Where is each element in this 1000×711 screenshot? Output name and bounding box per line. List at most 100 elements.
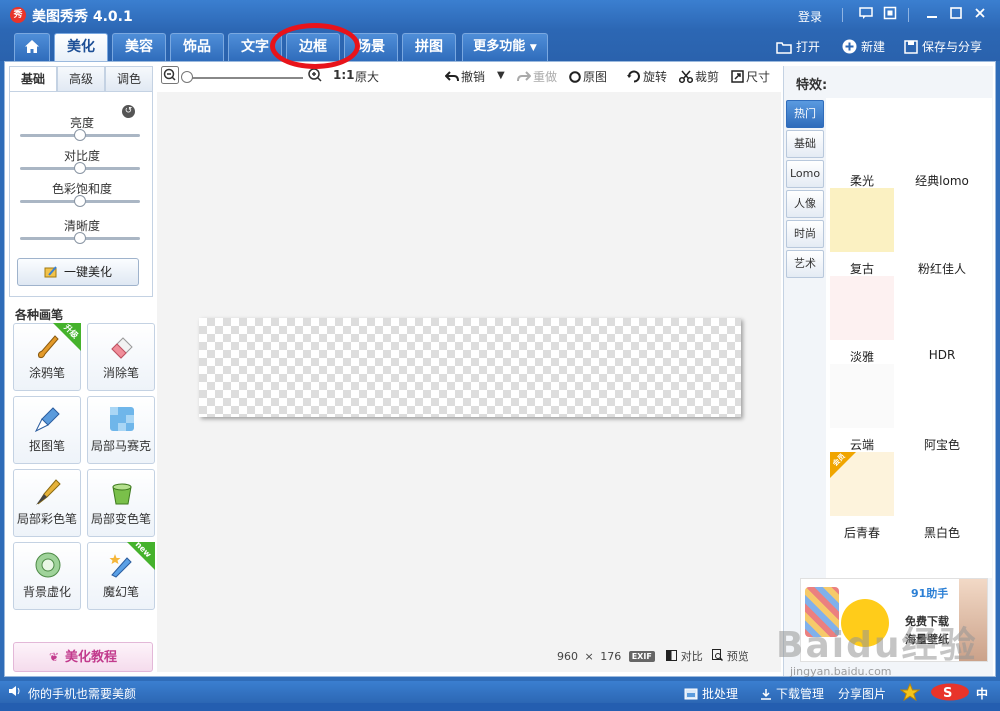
effect-thumb-black-white[interactable]: [910, 452, 974, 516]
contrast-slider[interactable]: [20, 162, 140, 174]
effect-thumb-pink-lady[interactable]: [910, 188, 974, 252]
subtab-basic[interactable]: 基础: [9, 66, 57, 92]
star-icon[interactable]: [899, 682, 921, 704]
partial-recolor-brush[interactable]: 局部变色笔: [87, 469, 155, 537]
home-tab[interactable]: [14, 33, 50, 61]
sharpness-slider[interactable]: [20, 232, 140, 244]
canvas-status: 960 × 176 EXIF 对比 预览: [557, 648, 781, 668]
new-button[interactable]: 新建: [842, 38, 885, 57]
close-button[interactable]: [972, 6, 988, 22]
eraser-brush[interactable]: 消除笔: [87, 323, 155, 391]
effects-category-popular[interactable]: 热门: [786, 100, 824, 128]
crop-button[interactable]: 裁剪: [678, 68, 720, 86]
tab-collage[interactable]: 拼图: [402, 33, 456, 61]
partial-color-brush[interactable]: 局部彩色笔: [13, 469, 81, 537]
preview-button[interactable]: 预览: [712, 649, 749, 663]
effect-thumb-hdr[interactable]: [910, 276, 974, 340]
effect-thumb-post-youth[interactable]: 会员: [830, 452, 894, 516]
brightness-slider[interactable]: [20, 129, 140, 141]
effects-category-art[interactable]: 艺术: [786, 250, 824, 278]
speaker-icon: [8, 685, 21, 700]
tab-accessories[interactable]: 饰品: [170, 33, 224, 61]
message-icon[interactable]: [858, 6, 874, 22]
zoom-in-button[interactable]: [307, 67, 323, 86]
doodle-brush[interactable]: 升级 涂鸦笔: [13, 323, 81, 391]
ime-language[interactable]: 中: [976, 685, 988, 702]
sogou-input-icon[interactable]: S: [930, 683, 970, 704]
svg-text:S: S: [943, 686, 952, 701]
effects-category-basic[interactable]: 基础: [786, 130, 824, 158]
resize-button[interactable]: 尺寸: [731, 68, 770, 86]
effect-label: HDR: [928, 348, 956, 362]
beautify-tutorial-button[interactable]: ❦ 美化教程: [13, 642, 153, 672]
rotate-button[interactable]: 旋转: [627, 68, 667, 86]
effects-category-fashion[interactable]: 时尚: [786, 220, 824, 248]
effects-grid: 柔光 经典lomo 复古 粉红佳人 淡雅 HDR 云端 阿宝色 会员 后青春 黑…: [826, 98, 992, 578]
zoom-slider-knob[interactable]: [181, 71, 193, 83]
original-size-button[interactable]: 原大: [355, 68, 379, 85]
effects-category-portrait[interactable]: 人像: [786, 190, 824, 218]
watermark-url: jingyan.baidu.com: [790, 665, 892, 678]
pen-icon: [34, 407, 60, 433]
download-manager-button[interactable]: 下载管理: [760, 685, 824, 702]
effect-thumb-cloud[interactable]: [830, 364, 894, 428]
effect-thumb-retro[interactable]: [830, 188, 894, 252]
undo-button[interactable]: 撤销: [444, 68, 485, 86]
exif-button[interactable]: EXIF: [628, 651, 655, 662]
download-label: 下载管理: [776, 687, 825, 701]
compare-button[interactable]: 对比: [666, 650, 706, 663]
paint-bucket-icon: [112, 483, 132, 505]
ad-brand: 91助手: [911, 587, 949, 600]
tab-beautify[interactable]: 美化: [54, 33, 108, 61]
login-link[interactable]: 登录: [798, 8, 822, 25]
workspace: 基础 高级 调色 ↺ 亮度 对比度 色彩饱和度 清晰度 一键美化 各种画笔 升级…: [4, 61, 996, 677]
maximize-button[interactable]: [948, 6, 964, 22]
cutout-brush[interactable]: 抠图笔: [13, 396, 81, 464]
slider-knob[interactable]: [74, 195, 86, 207]
more-features-tab[interactable]: 更多功能 ▼: [462, 33, 548, 61]
hand-icon: ❦: [48, 650, 60, 664]
tab-beauty[interactable]: 美容: [112, 33, 166, 61]
undo-icon: [444, 71, 459, 86]
magic-brush[interactable]: new 魔幻笔: [87, 540, 155, 610]
brush-label: 消除笔: [102, 366, 139, 380]
transparent-image-canvas[interactable]: [199, 318, 741, 417]
share-image-button[interactable]: 分享图片: [838, 685, 886, 702]
slider-knob[interactable]: [74, 162, 86, 174]
zoom-out-button[interactable]: [161, 66, 179, 87]
redo-button[interactable]: 重做: [517, 68, 557, 86]
status-message[interactable]: 你的手机也需要美颜: [28, 685, 136, 702]
batch-process-button[interactable]: 批处理: [684, 685, 738, 702]
background-blur-brush[interactable]: 背景虚化: [13, 542, 81, 610]
zoom-slider[interactable]: [185, 77, 303, 79]
effect-label: 淡雅: [849, 350, 874, 364]
saturation-slider[interactable]: [20, 195, 140, 207]
undo-dropdown-icon[interactable]: ▼: [497, 70, 505, 81]
original-image-button[interactable]: 原图: [569, 68, 607, 86]
skin-icon[interactable]: [882, 6, 898, 22]
main-nav: 美化 美容 饰品 文字 边框 场景 拼图 更多功能 ▼ 打开 新建 保存与分享: [0, 30, 1000, 61]
open-button[interactable]: 打开: [776, 38, 820, 57]
image-height: 176: [600, 650, 622, 663]
minimize-button[interactable]: [924, 6, 940, 22]
left-panel: 基础 高级 调色 ↺ 亮度 对比度 色彩饱和度 清晰度 一键美化 各种画笔 升级…: [9, 66, 155, 676]
actual-size-ratio[interactable]: 1:1: [333, 68, 355, 82]
effects-category-lomo[interactable]: Lomo: [786, 160, 824, 188]
resize-icon: [731, 70, 744, 86]
save-share-button[interactable]: 保存与分享: [904, 38, 982, 57]
slider-knob[interactable]: [74, 232, 86, 244]
subtab-color[interactable]: 调色: [105, 66, 153, 92]
effect-thumb-abao[interactable]: [910, 364, 974, 428]
effect-thumb-classic-lomo[interactable]: [910, 100, 974, 164]
effect-thumb-elegant[interactable]: [830, 276, 894, 340]
brushes-heading: 各种画笔: [15, 308, 64, 322]
annotation-circle: [270, 23, 360, 69]
slider-knob[interactable]: [74, 129, 86, 141]
app-window: 秀 美图秀秀 4.0.1 登录 美化 美容 饰品 文字 边框 场景 拼图 更多功…: [0, 0, 1000, 711]
zoom-out-icon: [161, 66, 179, 84]
mosaic-brush[interactable]: 局部马赛克: [87, 396, 155, 464]
one-click-beautify-button[interactable]: 一键美化: [17, 258, 139, 286]
subtab-advanced[interactable]: 高级: [57, 66, 105, 92]
effect-thumb-soft-light[interactable]: [830, 100, 894, 164]
crop-label: 裁剪: [695, 70, 720, 84]
